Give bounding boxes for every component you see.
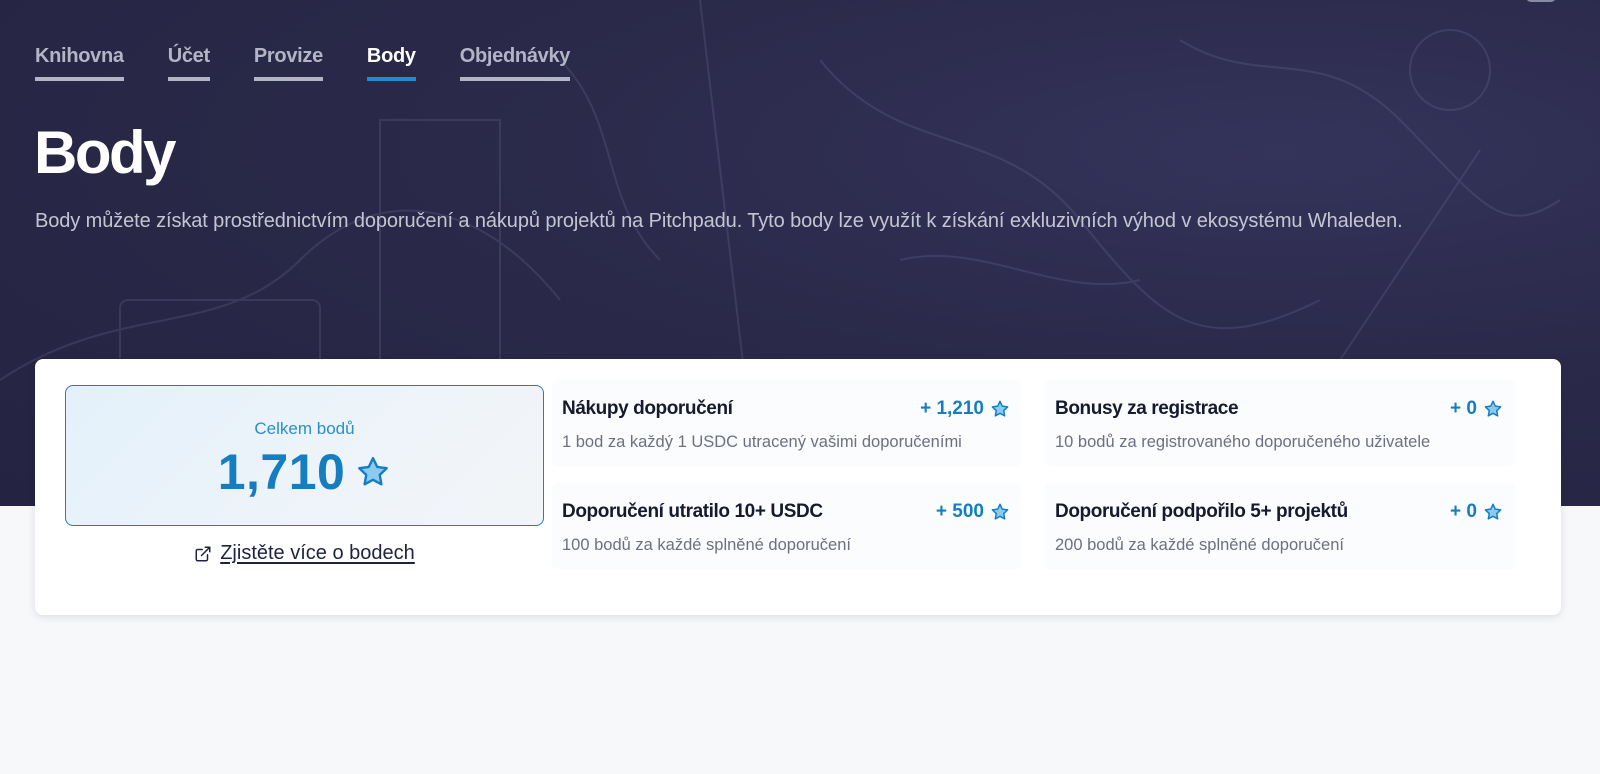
star-icon <box>355 454 391 490</box>
total-points-box: Celkem bodů 1,710 <box>65 385 544 526</box>
stat-value: + 500 <box>936 501 1010 523</box>
page-title: Body <box>34 119 177 186</box>
tab-ucet[interactable]: Účet <box>167 44 210 81</box>
stat-value-text: + 1,210 <box>920 398 984 419</box>
stat-referral-spent-10-usdc: Doporučení utratilo 10+ USDC + 500 100 b… <box>552 483 1022 569</box>
page-description: Body můžete získat prostřednictvím dopor… <box>35 210 1403 232</box>
learn-more-link[interactable]: Zjistěte více o bodech <box>65 542 544 565</box>
stat-description: 200 bodů za každé splněné doporučení <box>1055 536 1344 554</box>
stat-referral-backed-5-projects: Doporučení podpořilo 5+ projektů + 0 200… <box>1045 483 1515 569</box>
tab-body[interactable]: Body <box>366 44 416 81</box>
stat-registration-bonus: Bonusy za registrace + 0 10 bodů za regi… <box>1045 380 1515 466</box>
stat-title: Doporučení podpořilo 5+ projektů <box>1055 501 1348 522</box>
star-icon <box>1483 502 1503 522</box>
stat-value: + 0 <box>1450 501 1503 523</box>
stat-value-text: + 0 <box>1450 501 1477 522</box>
tab-provize[interactable]: Provize <box>253 44 323 81</box>
external-link-icon <box>194 545 212 563</box>
stat-referral-purchases: Nákupy doporučení + 1,210 1 bod za každý… <box>552 380 1022 466</box>
stat-value: + 0 <box>1450 398 1503 420</box>
points-card: Celkem bodů 1,710 Zjistěte více o bodech… <box>35 359 1561 615</box>
total-points-row: 1,710 <box>66 445 543 499</box>
hero-corner-indicator <box>1526 0 1556 2</box>
stat-value-text: + 500 <box>935 501 984 522</box>
stat-title: Doporučení utratilo 10+ USDC <box>562 501 823 522</box>
stat-description: 1 bod za každý 1 USDC utracený vašimi do… <box>562 433 962 451</box>
tab-objednavky[interactable]: Objednávky <box>459 44 570 81</box>
learn-more-label: Zjistěte více o bodech <box>220 542 415 564</box>
tab-knihovna[interactable]: Knihovna <box>35 44 124 81</box>
stat-title: Nákupy doporučení <box>562 398 733 419</box>
total-points-label: Celkem bodů <box>254 419 355 438</box>
stat-description: 100 bodů za každé splněné doporučení <box>562 536 851 554</box>
stat-value: + 1,210 <box>920 398 1010 420</box>
stat-description: 10 bodů za registrovaného doporučeného u… <box>1055 433 1431 451</box>
total-points-value: 1,710 <box>217 444 346 500</box>
tab-bar: Knihovna Účet Provize Body Objednávky <box>35 44 614 81</box>
stat-title: Bonusy za registrace <box>1055 398 1239 419</box>
star-icon <box>990 399 1010 419</box>
star-icon <box>990 502 1010 522</box>
star-icon <box>1483 399 1503 419</box>
stat-value-text: + 0 <box>1450 398 1477 419</box>
